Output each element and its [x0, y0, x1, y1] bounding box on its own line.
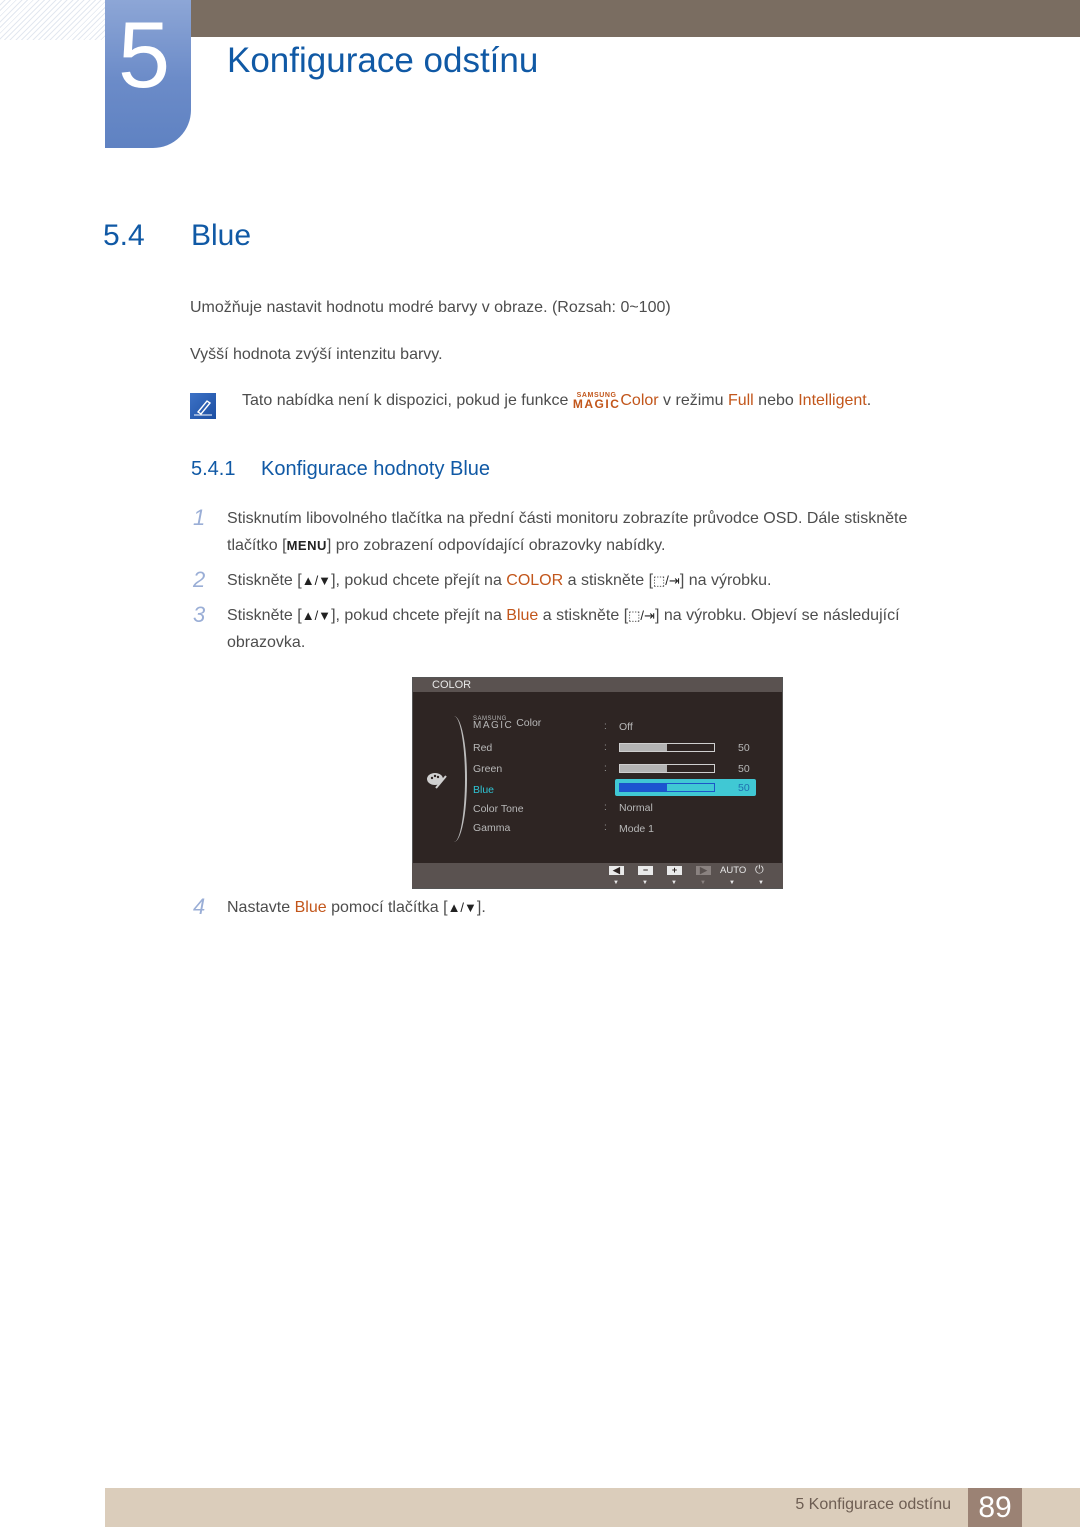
step-3-text: Stiskněte [▲/▼], pokud chcete přejít na … [227, 607, 900, 651]
osd-slider-fill [620, 784, 667, 791]
osd-value-blue: 50 [738, 782, 750, 794]
osd-item-color-tone[interactable]: Color Tone [473, 803, 524, 815]
osd-down-arrow-icon: ▼ [642, 880, 648, 886]
osd-down-arrow-icon: ▼ [729, 880, 735, 886]
osd-right-button-icon[interactable]: ▶ [696, 866, 711, 875]
decorative-hatch [0, 0, 105, 40]
header-bar [190, 0, 1080, 37]
osd-down-arrow-icon: ▼ [758, 880, 764, 886]
osd-colon: : [604, 721, 607, 732]
step-2-text: Stiskněte [▲/▼], pokud chcete přejít na … [227, 572, 772, 589]
menu-target-color: COLOR [506, 572, 564, 589]
osd-slider-fill [620, 744, 667, 751]
osd-header: COLOR [413, 678, 782, 692]
osd-down-arrow-icon: ▼ [671, 880, 677, 886]
osd-value-color-tone: Normal [619, 802, 653, 814]
osd-slider-red[interactable] [619, 743, 715, 752]
osd-item-red[interactable]: Red [473, 742, 492, 754]
enter-key-icon: ⬚/⇥ [628, 608, 655, 623]
osd-power-icon[interactable]: ⏻ [755, 864, 764, 877]
up-down-key-icon: ▲/▼ [301, 573, 332, 588]
osd-down-arrow-icon: ▼ [613, 880, 619, 886]
footer-chapter-ref: 5 Konfigurace odstínu [795, 1496, 951, 1513]
osd-down-arrow-icon: ▼ [700, 880, 706, 886]
up-down-key-icon: ▲/▼ [301, 608, 332, 623]
samsung-magic-logo: SAMSUNG MAGIC [572, 391, 621, 411]
osd-item-green[interactable]: Green [473, 763, 502, 775]
page-number: 89 [968, 1488, 1022, 1527]
osd-value-red: 50 [738, 742, 750, 754]
osd-colon: : [604, 822, 607, 833]
menu-target-blue: Blue [506, 607, 539, 624]
step-1-text: Stisknutím libovolného tlačítka na předn… [227, 510, 908, 554]
osd-item-magic-color[interactable]: SAMSUNG MAGIC Color [473, 716, 541, 731]
osd-plus-button-icon[interactable]: + [667, 866, 682, 875]
note-text: Tato nabídka není k dispozici, pokud je … [242, 391, 872, 411]
osd-minus-button-icon[interactable]: − [638, 866, 653, 875]
step-number: 1 [193, 505, 206, 530]
mode-full: Full [727, 392, 754, 409]
menu-key-icon: MENU [286, 538, 327, 553]
osd-left-button-icon[interactable]: ◀ [609, 866, 624, 875]
osd-value-green: 50 [738, 763, 750, 775]
subsection-title: 5.4.1 Konfigurace hodnoty Blue [191, 458, 490, 481]
osd-slider-fill [620, 765, 667, 772]
chapter-title: Konfigurace odstínu [227, 41, 539, 80]
osd-item-blue[interactable]: Blue [473, 784, 494, 796]
osd-slider-blue[interactable] [619, 783, 715, 792]
osd-value-magic-color: Off [619, 721, 633, 733]
mode-intelligent: Intelligent [798, 392, 867, 409]
osd-colon: : [604, 802, 607, 813]
section-title: 5.4 Blue [103, 219, 251, 253]
chapter-tab: 5 [105, 0, 191, 148]
section-name: Blue [191, 219, 252, 252]
step-number: 3 [193, 602, 206, 627]
section-number: 5.4 [103, 219, 145, 252]
up-down-key-icon: ▲/▼ [447, 900, 477, 915]
chapter-number: 5 [117, 2, 171, 107]
osd-colon: : [604, 783, 607, 794]
subsection-name: Konfigurace hodnoty Blue [261, 458, 491, 480]
intro-paragraph-1: Umožňuje nastavit hodnotu modré barvy v … [190, 299, 671, 316]
step-4-text: Nastavte Blue pomocí tlačítka [▲/▼]. [227, 899, 486, 916]
intro-paragraph-2: Vyšší hodnota zvýší intenzitu barvy. [190, 346, 443, 363]
note-pencil-icon [190, 393, 216, 419]
enter-key-icon: ⬚/⇥ [653, 573, 680, 588]
osd-value-gamma: Mode 1 [619, 823, 655, 835]
osd-colon: : [604, 742, 607, 753]
setting-target-blue: Blue [294, 899, 327, 916]
step-number: 4 [193, 894, 206, 919]
osd-colon: : [604, 763, 607, 774]
osd-item-gamma[interactable]: Gamma [473, 822, 510, 834]
subsection-number: 5.4.1 [191, 458, 236, 480]
palette-icon [426, 770, 447, 789]
osd-slider-green[interactable] [619, 764, 715, 773]
step-number: 2 [193, 567, 206, 592]
osd-auto-button[interactable]: AUTO [720, 865, 746, 876]
